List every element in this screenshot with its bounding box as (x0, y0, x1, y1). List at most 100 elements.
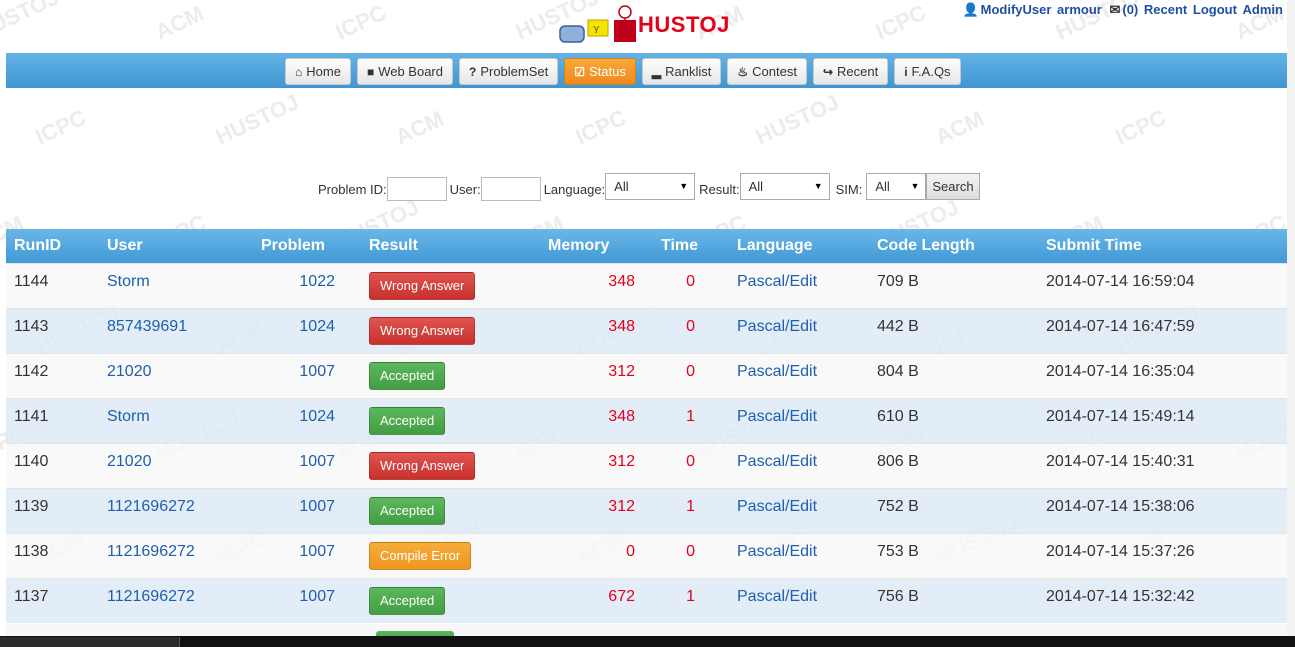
time-cell: 0 (653, 532, 729, 578)
language-link[interactable]: Pascal/Edit (729, 577, 869, 623)
result-cell: Accepted (361, 577, 540, 623)
status-badge[interactable]: Compile Error (369, 541, 472, 570)
watermark-text: HUSTOJ (0, 0, 63, 45)
language-link[interactable]: Pascal/Edit (729, 262, 869, 308)
watermark-text: ICPC (1112, 105, 1170, 150)
submit-time-cell: 2014-07-14 15:40:31 (1038, 442, 1287, 488)
user-link[interactable]: Storm (99, 397, 253, 443)
code-length-cell: 756 B (869, 577, 1038, 623)
column-header-language: Language (729, 229, 869, 263)
column-header-runid: RunID (6, 229, 99, 263)
user-links: 👤 ModifyUser armour ✉ (0) Recent Logout Ad… (958, 2, 1283, 18)
result-select-value: All (748, 178, 764, 194)
nav-web-board-button[interactable]: ■ Web Board (356, 58, 453, 85)
taskbar-item[interactable] (0, 637, 180, 647)
info-icon: i (904, 64, 908, 79)
sim-select[interactable]: All ▼ (866, 172, 927, 200)
user-link[interactable]: Storm (99, 262, 253, 308)
column-header-user: User (99, 229, 253, 263)
result-cell: Wrong Answer (361, 307, 540, 353)
nav-home-button[interactable]: ⌂ Home (285, 58, 351, 85)
submit-time-cell: 2014-07-14 16:59:04 (1038, 262, 1287, 308)
nav-status-button[interactable]: ☑ Status (564, 58, 636, 85)
table-row: 1143 857439691 1024 Wrong Answer 348 0 Pascal/… (6, 307, 1287, 353)
nav-f-a-qs-button[interactable]: i F.A.Qs (894, 58, 961, 85)
logout-link[interactable]: Logout (1193, 2, 1237, 17)
username-link[interactable]: armour (1057, 2, 1102, 17)
language-link[interactable]: Pascal/Edit (729, 442, 869, 488)
time-cell: 0 (653, 352, 729, 398)
problem-link[interactable]: 1024 (253, 307, 361, 353)
status-filter-form: Problem ID: User: Language: All ▼ Result… (318, 172, 980, 203)
recent-link[interactable]: Recent (1144, 2, 1187, 17)
table-row: 1140 21020 1007 Wrong Answer 312 0 Pascal/Edit… (6, 442, 1287, 488)
status-badge[interactable]: Accepted (369, 406, 446, 435)
status-badge[interactable]: Wrong Answer (369, 451, 476, 480)
problem-link[interactable]: 1022 (253, 262, 361, 308)
status-badge[interactable]: Wrong Answer (369, 271, 476, 300)
nav-recent-button[interactable]: ↪ Recent (812, 58, 889, 85)
nav-label: Ranklist (665, 64, 712, 79)
mail-count-link[interactable]: (0) (1122, 2, 1138, 17)
status-badge[interactable]: Accepted (369, 496, 446, 525)
problem-link[interactable]: 1007 (253, 442, 361, 488)
submit-time-cell: 2014-07-14 15:38:06 (1038, 487, 1287, 533)
status-badge[interactable]: Wrong Answer (369, 316, 476, 345)
code-length-cell: 753 B (869, 532, 1038, 578)
user-input[interactable] (480, 177, 541, 201)
column-header-submit-time: Submit Time (1038, 229, 1287, 263)
chevron-down-icon: ▼ (679, 181, 689, 191)
problem-link[interactable]: 1007 (253, 352, 361, 398)
result-cell: Accepted (361, 352, 540, 398)
memory-cell: 348 (540, 307, 653, 353)
problem-link[interactable]: 1007 (253, 577, 361, 623)
time-cell: 0 (653, 442, 729, 488)
language-link[interactable]: Pascal/Edit (729, 487, 869, 533)
time-cell: 0 (653, 262, 729, 308)
logo-text: HUSTOJ (638, 12, 730, 37)
result-select[interactable]: All ▼ (739, 172, 830, 200)
nav-ranklist-button[interactable]: ▂ Ranklist (641, 58, 722, 85)
language-select[interactable]: All ▼ (605, 172, 696, 200)
language-link[interactable]: Pascal/Edit (729, 307, 869, 353)
mail-icon[interactable]: ✉ (1109, 2, 1120, 17)
time-cell: 0 (653, 307, 729, 353)
user-link[interactable]: 21020 (99, 442, 253, 488)
watermark-text: ACM (932, 106, 988, 150)
run-id-cell: 1143 (6, 307, 99, 353)
page-scrollbar[interactable] (1287, 0, 1295, 636)
problem-link[interactable]: 1007 (253, 532, 361, 578)
user-link[interactable]: 21020 (99, 352, 253, 398)
nav-problemset-button[interactable]: ? ProblemSet (458, 58, 559, 85)
column-header-memory: Memory (540, 229, 653, 263)
problem-link[interactable]: 1007 (253, 487, 361, 533)
language-link[interactable]: Pascal/Edit (729, 532, 869, 578)
modify-user-link[interactable]: ModifyUser (981, 2, 1052, 17)
admin-link[interactable]: Admin (1243, 2, 1283, 17)
sim-select-value: All (875, 178, 890, 194)
language-link[interactable]: Pascal/Edit (729, 352, 869, 398)
problem-id-label: Problem ID: (318, 181, 387, 197)
user-link[interactable]: 857439691 (99, 307, 253, 353)
share-icon: ↪ (822, 64, 833, 79)
search-button[interactable]: Search (926, 172, 980, 200)
problem-id-input[interactable] (386, 177, 447, 201)
user-link[interactable]: 1121696272 (99, 577, 253, 623)
code-length-cell: 752 B (869, 487, 1038, 533)
problem-link[interactable]: 1024 (253, 397, 361, 443)
result-cell: Wrong Answer (361, 262, 540, 308)
user-link[interactable]: 1121696272 (99, 532, 253, 578)
status-badge[interactable]: Accepted (369, 361, 446, 390)
column-header-time: Time (653, 229, 729, 263)
result-cell: Accepted (361, 487, 540, 533)
language-link[interactable]: Pascal/Edit (729, 397, 869, 443)
status-table: RunID User Problem Result Memory Time Language… (6, 229, 1287, 623)
status-badge[interactable]: Accepted (369, 586, 446, 615)
site-logo[interactable]: Y HUSTOJ (558, 2, 758, 48)
nav-contest-button[interactable]: ♨ Contest (727, 58, 807, 85)
watermark-text: HUSTOJ (752, 89, 843, 149)
watermark-text: ACM (392, 106, 448, 150)
submit-time-cell: 2014-07-14 16:47:59 (1038, 307, 1287, 353)
user-link[interactable]: 1121696272 (99, 487, 253, 533)
memory-cell: 348 (540, 262, 653, 308)
